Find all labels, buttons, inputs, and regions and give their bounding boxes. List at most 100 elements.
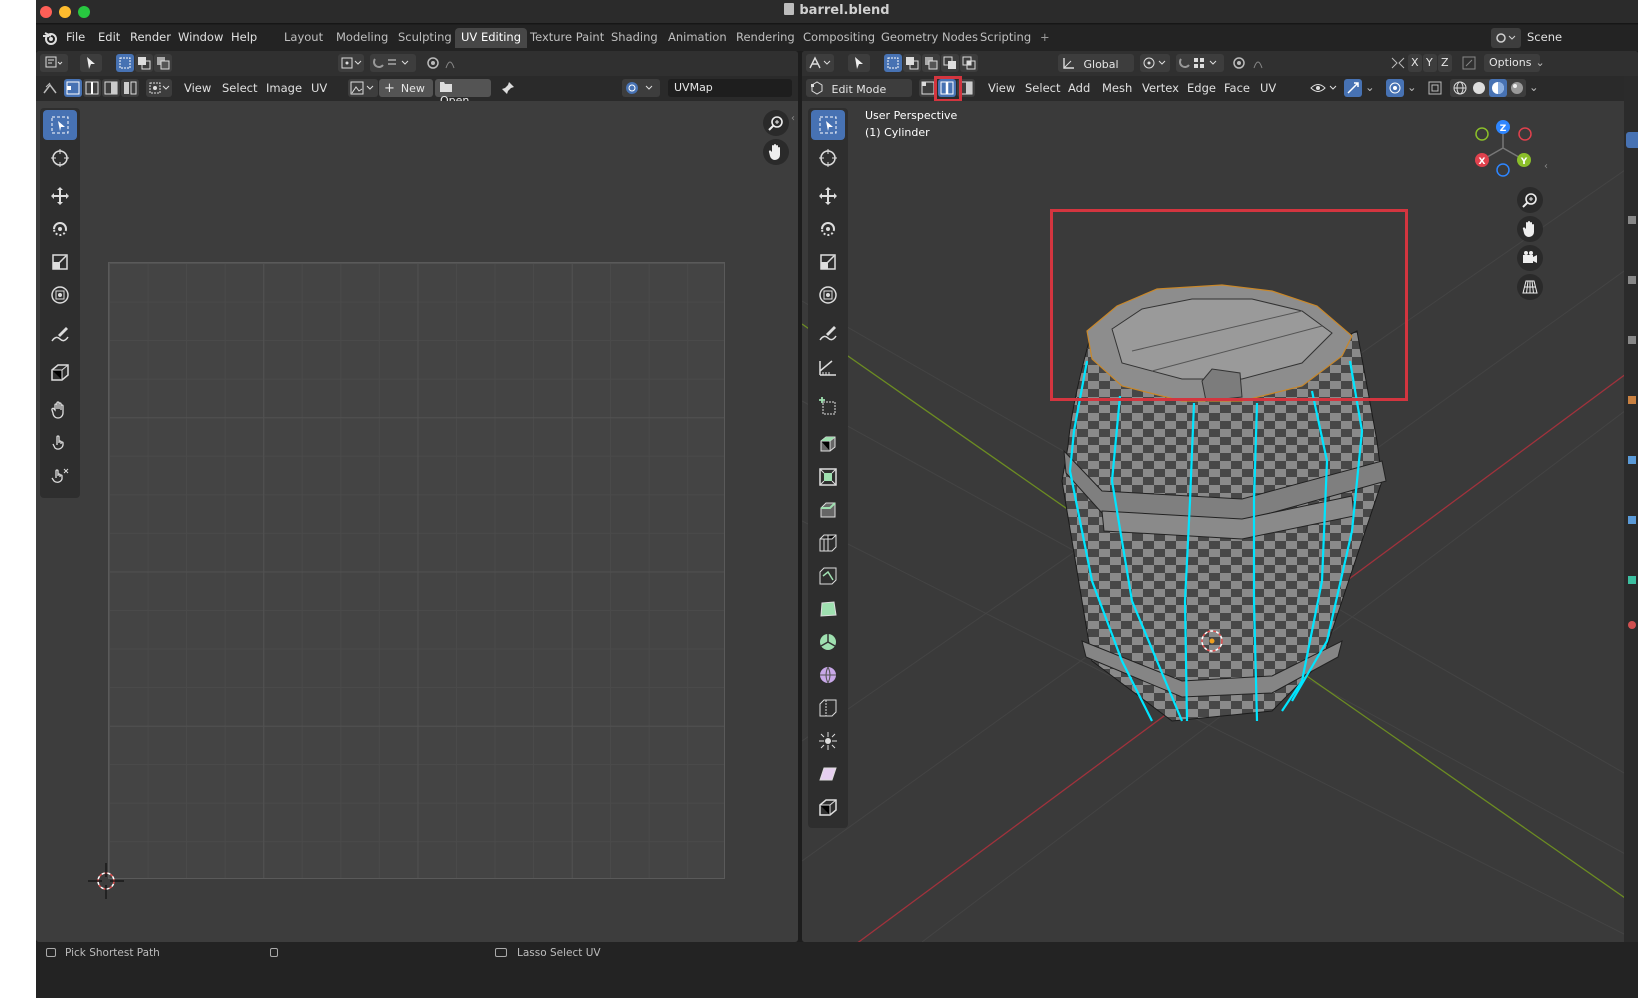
viewport-menu-mesh[interactable]: Mesh <box>1102 81 1132 95</box>
viewport-menu-add[interactable]: Add <box>1068 81 1090 95</box>
tab-animation[interactable]: Animation <box>662 28 733 48</box>
viewport-editor-type-selector[interactable] <box>806 54 834 72</box>
editor-type-selector[interactable] <box>40 54 68 72</box>
navigation-gizmo[interactable]: Z X Y <box>1468 113 1538 179</box>
viewport-canvas[interactable]: User Perspective (1) Cylinder Z X Y ‹ <box>802 101 1638 942</box>
mirror-toggle-icon[interactable] <box>1390 56 1406 70</box>
vp-tool-scale[interactable] <box>811 247 845 277</box>
vp-tool-inset[interactable] <box>811 462 845 492</box>
tab-geometry-nodes[interactable]: Geometry Nodes <box>875 28 984 48</box>
vp-tool-measure[interactable] <box>811 352 845 382</box>
mirror-y-button[interactable]: Y <box>1423 54 1437 72</box>
tool-cursor[interactable] <box>43 143 77 173</box>
vp-tool-cursor[interactable] <box>811 143 845 173</box>
camera-view-button[interactable] <box>1517 245 1543 271</box>
vp-tool-poly-build[interactable] <box>811 594 845 624</box>
xray-toggle-icon[interactable] <box>1428 81 1442 95</box>
menu-window[interactable]: Window <box>178 30 223 44</box>
overlays-chevron-down-icon[interactable]: ⌄ <box>1407 80 1417 94</box>
vp-tool-shear[interactable] <box>811 759 845 789</box>
shading-chevron-down-icon[interactable]: ⌄ <box>1529 80 1539 94</box>
uv-edge-select-button[interactable] <box>83 79 101 97</box>
mirror-x-button[interactable]: X <box>1408 54 1422 72</box>
image-browse-button[interactable] <box>348 79 378 97</box>
viewport-menu-uv[interactable]: UV <box>1260 81 1276 95</box>
vp-tool-loop-cut[interactable] <box>811 528 845 558</box>
properties-tab-icon[interactable] <box>1628 621 1636 629</box>
properties-tab-icon[interactable] <box>1628 576 1636 584</box>
options-dropdown[interactable]: Options ⌄ <box>1484 54 1545 72</box>
vp-tool-smooth[interactable] <box>811 660 845 690</box>
vp-tool-rip[interactable] <box>811 792 845 822</box>
transform-orientation-selector[interactable]: Global ⌄ <box>1058 54 1134 84</box>
viewport-sidebar-toggle-icon[interactable]: ‹ <box>1544 161 1548 172</box>
menu-edit[interactable]: Edit <box>98 30 120 44</box>
proportional-edit-icon[interactable] <box>426 56 466 70</box>
uvmap-field[interactable]: UVMap <box>668 79 792 97</box>
tab-layout[interactable]: Layout <box>278 28 329 48</box>
tool-scale[interactable] <box>43 247 77 277</box>
overlays-toggle-button[interactable] <box>1386 79 1404 97</box>
mode-selector[interactable]: Edit Mode ⌄ <box>806 79 912 109</box>
tab-compositing[interactable]: Compositing <box>797 28 881 48</box>
uv-vertex-select-button[interactable] <box>64 79 82 97</box>
viewport-select-new-button[interactable] <box>884 54 902 72</box>
add-workspace-button[interactable]: + <box>1034 28 1056 48</box>
uv-canvas[interactable]: ‹ <box>36 101 798 942</box>
viewport-pan-button[interactable] <box>1517 216 1543 242</box>
select-mode-extend-button[interactable] <box>135 54 153 72</box>
gizmo-chevron-down-icon[interactable]: ⌄ <box>1365 80 1375 94</box>
tool-move[interactable] <box>43 181 77 211</box>
viewport-menu-edge[interactable]: Edge <box>1187 81 1216 95</box>
wireframe-shading-icon[interactable] <box>1453 81 1467 95</box>
vp-tool-add-cube[interactable] <box>811 391 845 421</box>
vp-tool-annotate[interactable] <box>811 319 845 349</box>
tab-uv-editing[interactable]: UV Editing <box>455 28 527 48</box>
tab-shading[interactable]: Shading <box>605 28 664 48</box>
vp-tool-knife[interactable] <box>811 561 845 591</box>
vp-tool-select[interactable] <box>811 110 845 140</box>
2d-cursor-icon[interactable] <box>88 863 124 899</box>
pivot-point-selector-3d[interactable] <box>1140 54 1170 72</box>
pan-view-button[interactable] <box>763 139 789 165</box>
viewport-menu-vertex[interactable]: Vertex <box>1142 81 1179 95</box>
viewport-zoom-button[interactable] <box>1517 187 1543 213</box>
tool-pinch[interactable] <box>43 461 77 491</box>
vp-tool-rotate[interactable] <box>811 214 845 244</box>
vp-tool-bevel[interactable] <box>811 495 845 525</box>
open-image-button[interactable]: Open <box>435 79 491 107</box>
select-mode-subtract-button[interactable] <box>154 54 172 72</box>
properties-tab-icon[interactable] <box>1628 216 1636 224</box>
properties-tab-icon[interactable] <box>1628 456 1636 464</box>
tool-rotate[interactable] <box>43 214 77 244</box>
tab-rendering[interactable]: Rendering <box>730 28 801 48</box>
mirror-z-button[interactable]: Z <box>1438 54 1452 72</box>
rendered-shading-icon[interactable] <box>1510 81 1524 95</box>
viewport-select-extend-button[interactable] <box>903 54 921 72</box>
viewport-select-subtract-button[interactable] <box>922 54 940 72</box>
tab-sculpting[interactable]: Sculpting <box>392 28 458 48</box>
uv-island-select-button[interactable] <box>121 79 139 97</box>
active-properties-tab-icon[interactable] <box>1626 132 1638 148</box>
visibility-eye-icon[interactable] <box>1310 81 1340 95</box>
viewport-menu-select[interactable]: Select <box>1025 81 1060 95</box>
vp-tool-extrude[interactable] <box>811 429 845 459</box>
sidebar-toggle-icon[interactable]: ‹ <box>791 113 795 124</box>
uv-sync-selection-icon[interactable] <box>42 81 58 97</box>
vp-tool-move[interactable] <box>811 181 845 211</box>
tool-rip-region[interactable] <box>43 357 77 387</box>
viewport-select-intersect-button[interactable] <box>960 54 978 72</box>
menu-render[interactable]: Render <box>130 30 171 44</box>
auto-merge-icon[interactable] <box>1462 56 1478 70</box>
menu-help[interactable]: Help <box>231 30 257 44</box>
new-image-button[interactable]: + New <box>379 79 433 97</box>
viewport-select-tool-button[interactable] <box>848 54 870 72</box>
uv-menu-select[interactable]: Select <box>222 81 257 95</box>
pivot-point-selector[interactable] <box>338 54 364 72</box>
vp-tool-edge-slide[interactable] <box>811 693 845 723</box>
proportional-edit-3d-icon[interactable] <box>1232 56 1276 70</box>
gizmo-toggle-button[interactable] <box>1344 79 1362 97</box>
snapping-selector[interactable] <box>370 54 416 72</box>
tool-grab[interactable] <box>43 395 77 425</box>
select-tool-button[interactable] <box>80 54 102 72</box>
